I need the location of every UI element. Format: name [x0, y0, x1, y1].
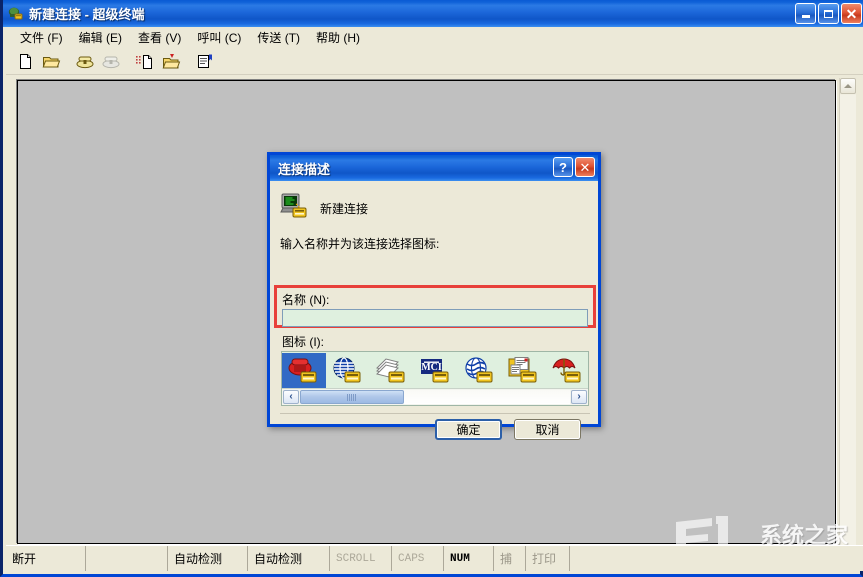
dialog-close-button[interactable]: ✕ [575, 157, 595, 177]
status-num-lock: NUM [444, 546, 494, 571]
question-mark-icon: ? [559, 159, 567, 175]
menu-transfer[interactable]: 传送 (T) [249, 27, 308, 48]
icon-scroll-track[interactable] [300, 390, 570, 404]
hyperterminal-icon [8, 6, 24, 22]
hyperterminal-window: 新建连接 - 超级终端 ✕ 文件 (F) 编辑 (E) 查看 (V) 呼叫 (C… [0, 0, 863, 577]
call-phone-icon[interactable] [72, 49, 98, 73]
maximize-button[interactable] [818, 3, 839, 24]
dialog-title: 连接描述 [278, 161, 331, 177]
icon-label: 图标 (I): [282, 335, 324, 349]
dialog-separator [280, 413, 590, 414]
red-telephone-icon[interactable] [282, 352, 326, 389]
vertical-scrollbar[interactable] [839, 78, 856, 546]
receive-file-icon[interactable] [132, 49, 158, 73]
icon-strip: MCI [282, 352, 588, 389]
mci-logo-icon[interactable]: MCI [414, 353, 458, 389]
status-bar: 断开 自动检测 自动检测 SCROLL CAPS NUM 捕 打印 [6, 545, 863, 571]
minimize-button[interactable] [795, 3, 816, 24]
status-print: 打印 [526, 546, 570, 571]
icon-scroll-thumb[interactable] [300, 390, 404, 404]
scroll-track[interactable] [840, 95, 856, 546]
red-umbrella-icon[interactable] [546, 353, 588, 389]
status-duration [86, 546, 168, 571]
toolbar [6, 48, 863, 75]
name-input[interactable] [282, 309, 588, 327]
dialog-controls: ? ✕ [553, 157, 595, 177]
new-connection-icon [280, 192, 312, 225]
dialog-help-button[interactable]: ? [553, 157, 573, 177]
status-autodetect-2: 自动检测 [248, 546, 330, 571]
menu-call[interactable]: 呼叫 (C) [189, 27, 249, 48]
dialog-title-bar[interactable]: 连接描述 ? ✕ [270, 155, 598, 181]
status-filler [570, 546, 863, 571]
ok-button[interactable]: 确定 [435, 419, 502, 440]
status-connection: 断开 [6, 546, 86, 571]
scroll-left-arrow-icon[interactable]: ‹ [283, 390, 299, 404]
icon-list[interactable]: MCI ‹ › [281, 351, 589, 406]
close-button[interactable]: ✕ [841, 3, 862, 24]
status-capture: 捕 [494, 546, 526, 571]
dialog-header-label: 新建连接 [320, 201, 369, 216]
dialog-prompt: 输入名称并为该连接选择图标: [280, 237, 440, 251]
window-title-bar[interactable]: 新建连接 - 超级终端 ✕ [3, 0, 863, 27]
menu-bar: 文件 (F) 编辑 (E) 查看 (V) 呼叫 (C) 传送 (T) 帮助 (H… [6, 27, 863, 48]
disconnect-phone-icon[interactable] [98, 49, 124, 73]
dialog-header: 新建连接 [270, 181, 598, 225]
status-caps-lock: CAPS [392, 546, 444, 571]
scroll-up-arrow-icon[interactable] [840, 78, 856, 94]
menu-help[interactable]: 帮助 (H) [308, 27, 368, 48]
window-controls: ✕ [795, 3, 862, 24]
dialog-body: 新建连接 输入名称并为该连接选择图标: 名称 (N): 图标 (I): MCI … [270, 181, 598, 440]
papers-stack-icon[interactable] [370, 353, 414, 389]
properties-page-icon[interactable] [192, 49, 218, 73]
menu-view[interactable]: 查看 (V) [130, 27, 189, 48]
window-title: 新建连接 - 超级终端 [29, 7, 145, 22]
svg-text:MCI: MCI [421, 362, 442, 373]
new-connection-icon[interactable] [12, 49, 38, 73]
name-label: 名称 (N): [282, 293, 330, 307]
documents-window-icon[interactable] [502, 353, 546, 389]
scroll-right-arrow-icon[interactable]: › [571, 390, 587, 404]
close-icon: ✕ [579, 159, 591, 175]
menu-file[interactable]: 文件 (F) [12, 27, 71, 48]
send-file-icon[interactable] [158, 49, 184, 73]
icon-horizontal-scrollbar[interactable]: ‹ › [282, 388, 588, 405]
blue-globe-icon[interactable] [326, 353, 370, 389]
status-scroll-lock: SCROLL [330, 546, 392, 571]
open-folder-icon[interactable] [38, 49, 64, 73]
status-autodetect-1: 自动检测 [168, 546, 248, 571]
cancel-button[interactable]: 取消 [514, 419, 581, 440]
connection-description-dialog: 连接描述 ? ✕ 新建连接 输入名称并为该连接选择图标: 名称 (N): 图标 … [267, 152, 601, 440]
world-network-icon[interactable] [458, 353, 502, 389]
menu-edit[interactable]: 编辑 (E) [71, 27, 130, 48]
